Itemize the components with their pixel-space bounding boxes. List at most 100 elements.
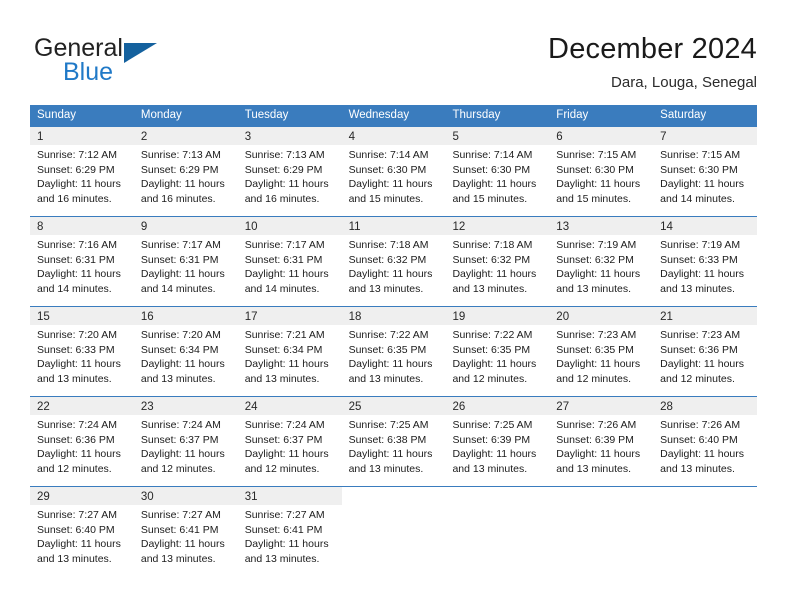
sunset-text: Sunset: 6:34 PM: [140, 343, 219, 356]
daylight-text: Daylight: 11 hours and 15 minutes.: [452, 178, 537, 205]
weekday-saturday: Saturday: [660, 109, 707, 121]
day-cell[interactable]: 17 Sunrise: 7:21 AM Sunset: 6:34 PM Dayl…: [237, 307, 342, 396]
sunset-text: Sunset: 6:40 PM: [37, 523, 115, 536]
weekday-friday: Friday: [556, 109, 589, 121]
day-cell[interactable]: 3 Sunrise: 7:13 AM Sunset: 6:29 PM Dayli…: [237, 127, 342, 216]
day-details: Sunrise: 7:16 AM Sunset: 6:31 PM Dayligh…: [30, 235, 134, 296]
sunset-text: Sunset: 6:32 PM: [452, 253, 531, 266]
sunrise-text: Sunrise: 7:20 AM: [140, 329, 221, 341]
day-cell[interactable]: 14 Sunrise: 7:19 AM Sunset: 6:33 PM Dayl…: [653, 217, 758, 306]
sunset-text: Sunset: 6:32 PM: [348, 253, 427, 266]
day-number: 25: [348, 401, 362, 413]
day-cell[interactable]: 26 Sunrise: 7:25 AM Sunset: 6:39 PM Dayl…: [445, 397, 550, 486]
day-cell[interactable]: 22 Sunrise: 7:24 AM Sunset: 6:36 PM Dayl…: [30, 397, 134, 486]
day-cell[interactable]: 23 Sunrise: 7:24 AM Sunset: 6:37 PM Dayl…: [133, 397, 238, 486]
day-number: 12: [452, 221, 466, 233]
day-cell[interactable]: 13 Sunrise: 7:19 AM Sunset: 6:32 PM Dayl…: [549, 217, 654, 306]
sunset-text: Sunset: 6:39 PM: [452, 433, 531, 446]
day-number-band: 8: [30, 217, 134, 235]
day-details: Sunrise: 7:19 AM Sunset: 6:32 PM Dayligh…: [549, 235, 653, 296]
day-details: Sunrise: 7:17 AM Sunset: 6:31 PM Dayligh…: [134, 235, 238, 296]
day-cell[interactable]: 15 Sunrise: 7:20 AM Sunset: 6:33 PM Dayl…: [30, 307, 134, 396]
day-details: Sunrise: 7:24 AM Sunset: 6:37 PM Dayligh…: [134, 415, 238, 476]
calendar-grid: Sunday Monday Tuesday Wednesday Thursday…: [30, 105, 758, 576]
day-cell[interactable]: 21 Sunrise: 7:23 AM Sunset: 6:36 PM Dayl…: [653, 307, 758, 396]
day-details: Sunrise: 7:21 AM Sunset: 6:34 PM Dayligh…: [238, 325, 342, 386]
day-details: Sunrise: 7:18 AM Sunset: 6:32 PM Dayligh…: [342, 235, 446, 296]
day-cell[interactable]: 28 Sunrise: 7:26 AM Sunset: 6:40 PM Dayl…: [653, 397, 758, 486]
sunset-text: Sunset: 6:31 PM: [244, 253, 323, 266]
sunrise-text: Sunrise: 7:18 AM: [348, 239, 429, 251]
day-details: Sunrise: 7:27 AM Sunset: 6:41 PM Dayligh…: [134, 505, 238, 566]
day-cell[interactable]: 31 Sunrise: 7:27 AM Sunset: 6:41 PM Dayl…: [237, 487, 342, 576]
day-cell[interactable]: 29 Sunrise: 7:27 AM Sunset: 6:40 PM Dayl…: [30, 487, 134, 576]
day-number: 24: [244, 401, 258, 413]
sunset-text: Sunset: 6:41 PM: [244, 523, 323, 536]
daylight-text: Daylight: 11 hours and 16 minutes.: [140, 178, 225, 205]
day-cell[interactable]: 19 Sunrise: 7:22 AM Sunset: 6:35 PM Dayl…: [445, 307, 550, 396]
sunrise-text: Sunrise: 7:25 AM: [348, 419, 429, 431]
day-cell-empty: [445, 487, 550, 576]
day-cell[interactable]: 16 Sunrise: 7:20 AM Sunset: 6:34 PM Dayl…: [133, 307, 238, 396]
sunrise-text: Sunrise: 7:22 AM: [452, 329, 533, 341]
sunset-text: Sunset: 6:33 PM: [37, 343, 115, 356]
day-details: Sunrise: 7:23 AM Sunset: 6:36 PM Dayligh…: [653, 325, 757, 386]
day-cell[interactable]: 30 Sunrise: 7:27 AM Sunset: 6:41 PM Dayl…: [133, 487, 238, 576]
day-cell[interactable]: 2 Sunrise: 7:13 AM Sunset: 6:29 PM Dayli…: [133, 127, 238, 216]
day-number: 26: [452, 401, 466, 413]
day-number: 8: [37, 221, 44, 233]
daylight-text: Daylight: 11 hours and 14 minutes.: [140, 268, 225, 295]
sunrise-text: Sunrise: 7:13 AM: [244, 149, 325, 161]
day-cell[interactable]: 12 Sunrise: 7:18 AM Sunset: 6:32 PM Dayl…: [445, 217, 550, 306]
day-cell[interactable]: 1 Sunrise: 7:12 AM Sunset: 6:29 PM Dayli…: [30, 127, 134, 216]
daylight-text: Daylight: 11 hours and 13 minutes.: [660, 268, 745, 295]
daylight-text: Daylight: 11 hours and 16 minutes.: [244, 178, 329, 205]
daylight-text: Daylight: 11 hours and 14 minutes.: [244, 268, 329, 295]
sunset-text: Sunset: 6:30 PM: [556, 163, 634, 176]
daylight-text: Daylight: 11 hours and 13 minutes.: [348, 268, 433, 295]
day-cell[interactable]: 8 Sunrise: 7:16 AM Sunset: 6:31 PM Dayli…: [30, 217, 134, 306]
day-cell[interactable]: 11 Sunrise: 7:18 AM Sunset: 6:32 PM Dayl…: [341, 217, 446, 306]
sunrise-text: Sunrise: 7:17 AM: [140, 239, 221, 251]
day-cell[interactable]: 24 Sunrise: 7:24 AM Sunset: 6:37 PM Dayl…: [237, 397, 342, 486]
day-cell[interactable]: 27 Sunrise: 7:26 AM Sunset: 6:39 PM Dayl…: [549, 397, 654, 486]
day-cell[interactable]: 7 Sunrise: 7:15 AM Sunset: 6:30 PM Dayli…: [653, 127, 758, 216]
day-cell[interactable]: 18 Sunrise: 7:22 AM Sunset: 6:35 PM Dayl…: [341, 307, 446, 396]
day-number: 13: [556, 221, 570, 233]
day-number: 5: [452, 131, 459, 143]
day-cell[interactable]: 9 Sunrise: 7:17 AM Sunset: 6:31 PM Dayli…: [133, 217, 238, 306]
sunset-text: Sunset: 6:34 PM: [244, 343, 323, 356]
day-number-band: 28: [653, 397, 758, 415]
general-blue-logo[interactable]: General Blue: [34, 34, 234, 90]
daylight-text: Daylight: 11 hours and 13 minutes.: [37, 358, 121, 385]
day-cell[interactable]: 5 Sunrise: 7:14 AM Sunset: 6:30 PM Dayli…: [445, 127, 550, 216]
day-number-band: 21: [653, 307, 758, 325]
sunrise-text: Sunrise: 7:18 AM: [452, 239, 533, 251]
day-cell[interactable]: 4 Sunrise: 7:14 AM Sunset: 6:30 PM Dayli…: [341, 127, 446, 216]
day-details: Sunrise: 7:14 AM Sunset: 6:30 PM Dayligh…: [342, 145, 446, 206]
sunrise-text: Sunrise: 7:24 AM: [37, 419, 117, 431]
page-title: December 2024: [548, 33, 757, 65]
weekday-tuesday: Tuesday: [244, 109, 289, 121]
sunset-text: Sunset: 6:30 PM: [348, 163, 427, 176]
day-details: Sunrise: 7:22 AM Sunset: 6:35 PM Dayligh…: [342, 325, 446, 386]
sunset-text: Sunset: 6:35 PM: [452, 343, 531, 356]
day-number: 1: [37, 131, 44, 143]
weekday-sunday: Sunday: [37, 109, 77, 121]
day-cell[interactable]: 6 Sunrise: 7:15 AM Sunset: 6:30 PM Dayli…: [549, 127, 654, 216]
sunrise-text: Sunrise: 7:19 AM: [660, 239, 741, 251]
weekday-wednesday: Wednesday: [348, 109, 410, 121]
weekday-header-row: Sunday Monday Tuesday Wednesday Thursday…: [30, 105, 757, 126]
day-details: Sunrise: 7:23 AM Sunset: 6:35 PM Dayligh…: [549, 325, 653, 386]
day-number: 19: [452, 311, 466, 323]
day-cell[interactable]: 25 Sunrise: 7:25 AM Sunset: 6:38 PM Dayl…: [341, 397, 446, 486]
weekday-monday: Monday: [140, 109, 182, 121]
sunrise-text: Sunrise: 7:23 AM: [660, 329, 741, 341]
sunrise-text: Sunrise: 7:24 AM: [244, 419, 325, 431]
day-number-band: [549, 487, 653, 505]
day-cell[interactable]: 20 Sunrise: 7:23 AM Sunset: 6:35 PM Dayl…: [549, 307, 654, 396]
day-cell[interactable]: 10 Sunrise: 7:17 AM Sunset: 6:31 PM Dayl…: [237, 217, 342, 306]
day-number: 16: [140, 311, 154, 323]
day-details: Sunrise: 7:20 AM Sunset: 6:33 PM Dayligh…: [30, 325, 134, 386]
sunset-text: Sunset: 6:36 PM: [660, 343, 738, 356]
